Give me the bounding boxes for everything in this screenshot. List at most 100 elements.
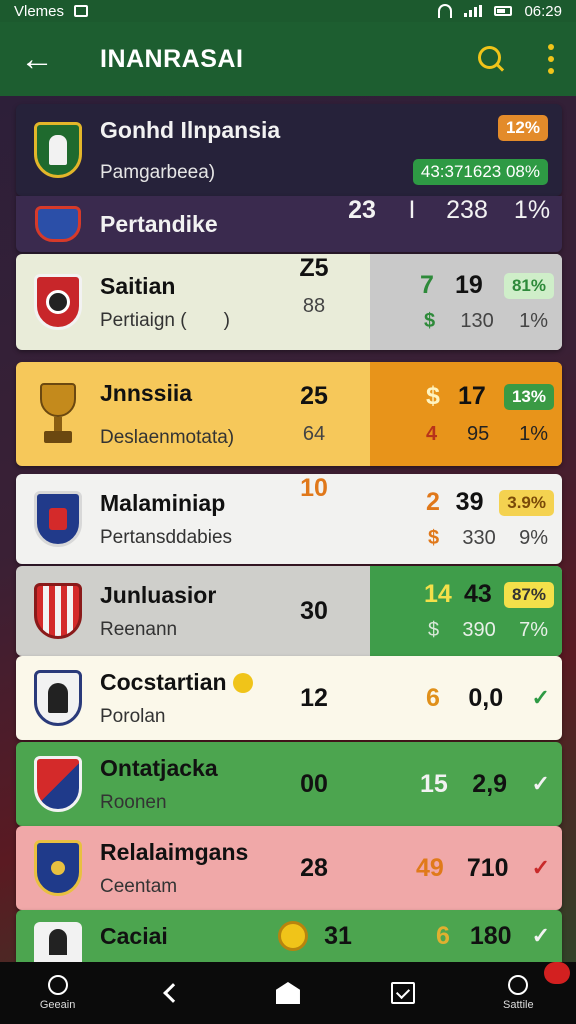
row-name: Junluasior	[100, 581, 217, 608]
points-value: 17	[458, 382, 486, 410]
score-badge: 43:371623 08%	[412, 159, 548, 185]
played-sub-value: 88	[302, 295, 326, 317]
coin-icon	[278, 921, 308, 951]
chevron-left-icon	[162, 983, 183, 1003]
row-name: Pertandike	[100, 210, 218, 237]
form-value: 2	[426, 488, 440, 516]
percent-value: 1%	[513, 196, 551, 224]
percent-sub-value: 7%	[519, 619, 548, 641]
nav-back[interactable]	[133, 983, 213, 1003]
list-item[interactable]: Saitian Pertiaign ( ) Z5 88 7 19 81% $ 1…	[16, 254, 562, 350]
played-value: 25	[300, 382, 328, 410]
row-name: Jnnssiia	[100, 379, 193, 406]
club-crest-icon	[34, 583, 82, 639]
wifi-icon	[438, 4, 453, 18]
row-name: Cocstartian	[100, 669, 284, 696]
list-item[interactable]: Malaminiap Pertansddabies 10 2 39 3.9% $…	[16, 474, 562, 564]
list-item-header-card[interactable]: Gonhd Ilnpansia Pamgarbeea) 12% 43:37162…	[16, 104, 562, 196]
percent-badge: 81%	[503, 272, 554, 299]
circle-icon	[47, 975, 68, 995]
points-value: 710	[466, 853, 509, 882]
row-sub: Pertansddabies	[100, 526, 233, 548]
dollar-icon: $	[428, 527, 440, 549]
row-name: Gonhd Ilnpansia	[100, 116, 281, 143]
app-bar: ← INANRASAI	[0, 22, 576, 96]
club-crest-icon	[35, 206, 81, 242]
row-name: Ontatjacka	[100, 754, 218, 781]
nav-label: Sattile	[503, 999, 534, 1011]
percent-badge: 12%	[497, 115, 548, 141]
club-crest-icon	[34, 756, 82, 812]
percent-badge: 13%	[503, 383, 554, 410]
nav-home[interactable]	[248, 982, 328, 1004]
circle-icon	[508, 975, 529, 995]
percent-sub-value: 1%	[519, 423, 548, 445]
form-value: 6	[426, 683, 440, 712]
played-value: 00	[300, 769, 328, 798]
signal-icon	[464, 5, 483, 17]
page-title: INANRASAI	[100, 44, 244, 73]
player-avatar	[34, 922, 82, 962]
points-value: 43	[463, 580, 492, 608]
nav-label: Geeain	[39, 999, 76, 1011]
row-name: Saitian	[100, 272, 176, 299]
chevron-icon: ✓	[531, 771, 550, 796]
played-value: 30	[300, 596, 328, 625]
points-value: 39	[455, 488, 484, 516]
row-sub: Ceentam	[100, 875, 178, 897]
club-crest-icon	[34, 122, 82, 178]
chevron-icon: ✓	[531, 923, 550, 948]
percent-badge: 87%	[503, 581, 554, 608]
points-value: 2,9	[472, 769, 508, 798]
percent-sub-value: 9%	[519, 527, 548, 549]
row-name: Relalaimgans	[100, 838, 249, 865]
club-crest-icon	[34, 491, 82, 547]
search-icon[interactable]	[476, 44, 506, 74]
club-crest-icon	[34, 840, 82, 896]
dollar-icon: $	[426, 382, 440, 410]
status-bar: Vlemes 06:29	[0, 0, 576, 22]
dollar-icon: $	[428, 619, 440, 641]
dollar-icon: $	[424, 310, 436, 332]
row-name: Malaminiap	[100, 489, 226, 516]
bottom-nav: Geeain Sattile	[0, 962, 576, 1024]
points-value: 0,0	[468, 683, 504, 712]
sim-icon	[74, 5, 89, 17]
star-icon	[232, 673, 253, 694]
played-value: 12	[300, 683, 328, 712]
notification-badge	[544, 962, 570, 984]
home-icon	[275, 982, 300, 1004]
more-vert-icon[interactable]	[546, 44, 556, 74]
played-value: 31	[324, 921, 352, 950]
list-item[interactable]: Pertandike 23 I 238 1%	[16, 196, 562, 252]
chevron-icon: ✓	[531, 855, 550, 880]
check-icon: ✓	[531, 685, 550, 710]
played-sub-value: 64	[302, 423, 326, 445]
played-value: 10	[300, 474, 328, 502]
row-sub: Pamgarbeea)	[100, 161, 216, 183]
row-sub: Porolan	[100, 705, 166, 727]
checkbox-icon	[391, 982, 416, 1004]
nav-tasks[interactable]	[363, 982, 443, 1004]
played-value: 28	[300, 853, 328, 882]
list-item[interactable]: Ontatjacka Roonen 00 15 2,9 ✓	[16, 742, 562, 826]
player-avatar	[34, 670, 82, 726]
form-value: 49	[416, 853, 444, 882]
form-value: 15	[420, 769, 448, 798]
nav-games[interactable]: Geeain	[18, 975, 98, 1011]
points-sub-value: 95	[466, 423, 490, 445]
played-value: Z5	[299, 254, 329, 282]
played-value: 23	[348, 196, 376, 224]
clock: 06:29	[524, 2, 562, 20]
list-item[interactable]: Relalaimgans Ceentam 28 49 710 ✓	[16, 826, 562, 910]
list-item[interactable]: Junluasior Reenann 30 14 43 87% $ 390 7%	[16, 566, 562, 656]
list-item[interactable]: Caciai 31 6 180 ✓	[16, 910, 562, 962]
list-item[interactable]: Jnnssiia Deslaenmotata) 25 64 $ 17 13% 4…	[16, 362, 562, 466]
points-sub-value: 330	[462, 527, 496, 549]
trophy-icon	[36, 383, 80, 445]
list-item[interactable]: Cocstartian Porolan 12 6 0,0 ✓	[16, 656, 562, 740]
row-sub: Deslaenmotata)	[100, 426, 235, 448]
back-arrow-icon[interactable]: ←	[20, 42, 60, 76]
form-value: 14	[424, 580, 452, 608]
row-name: Caciai	[100, 922, 168, 949]
